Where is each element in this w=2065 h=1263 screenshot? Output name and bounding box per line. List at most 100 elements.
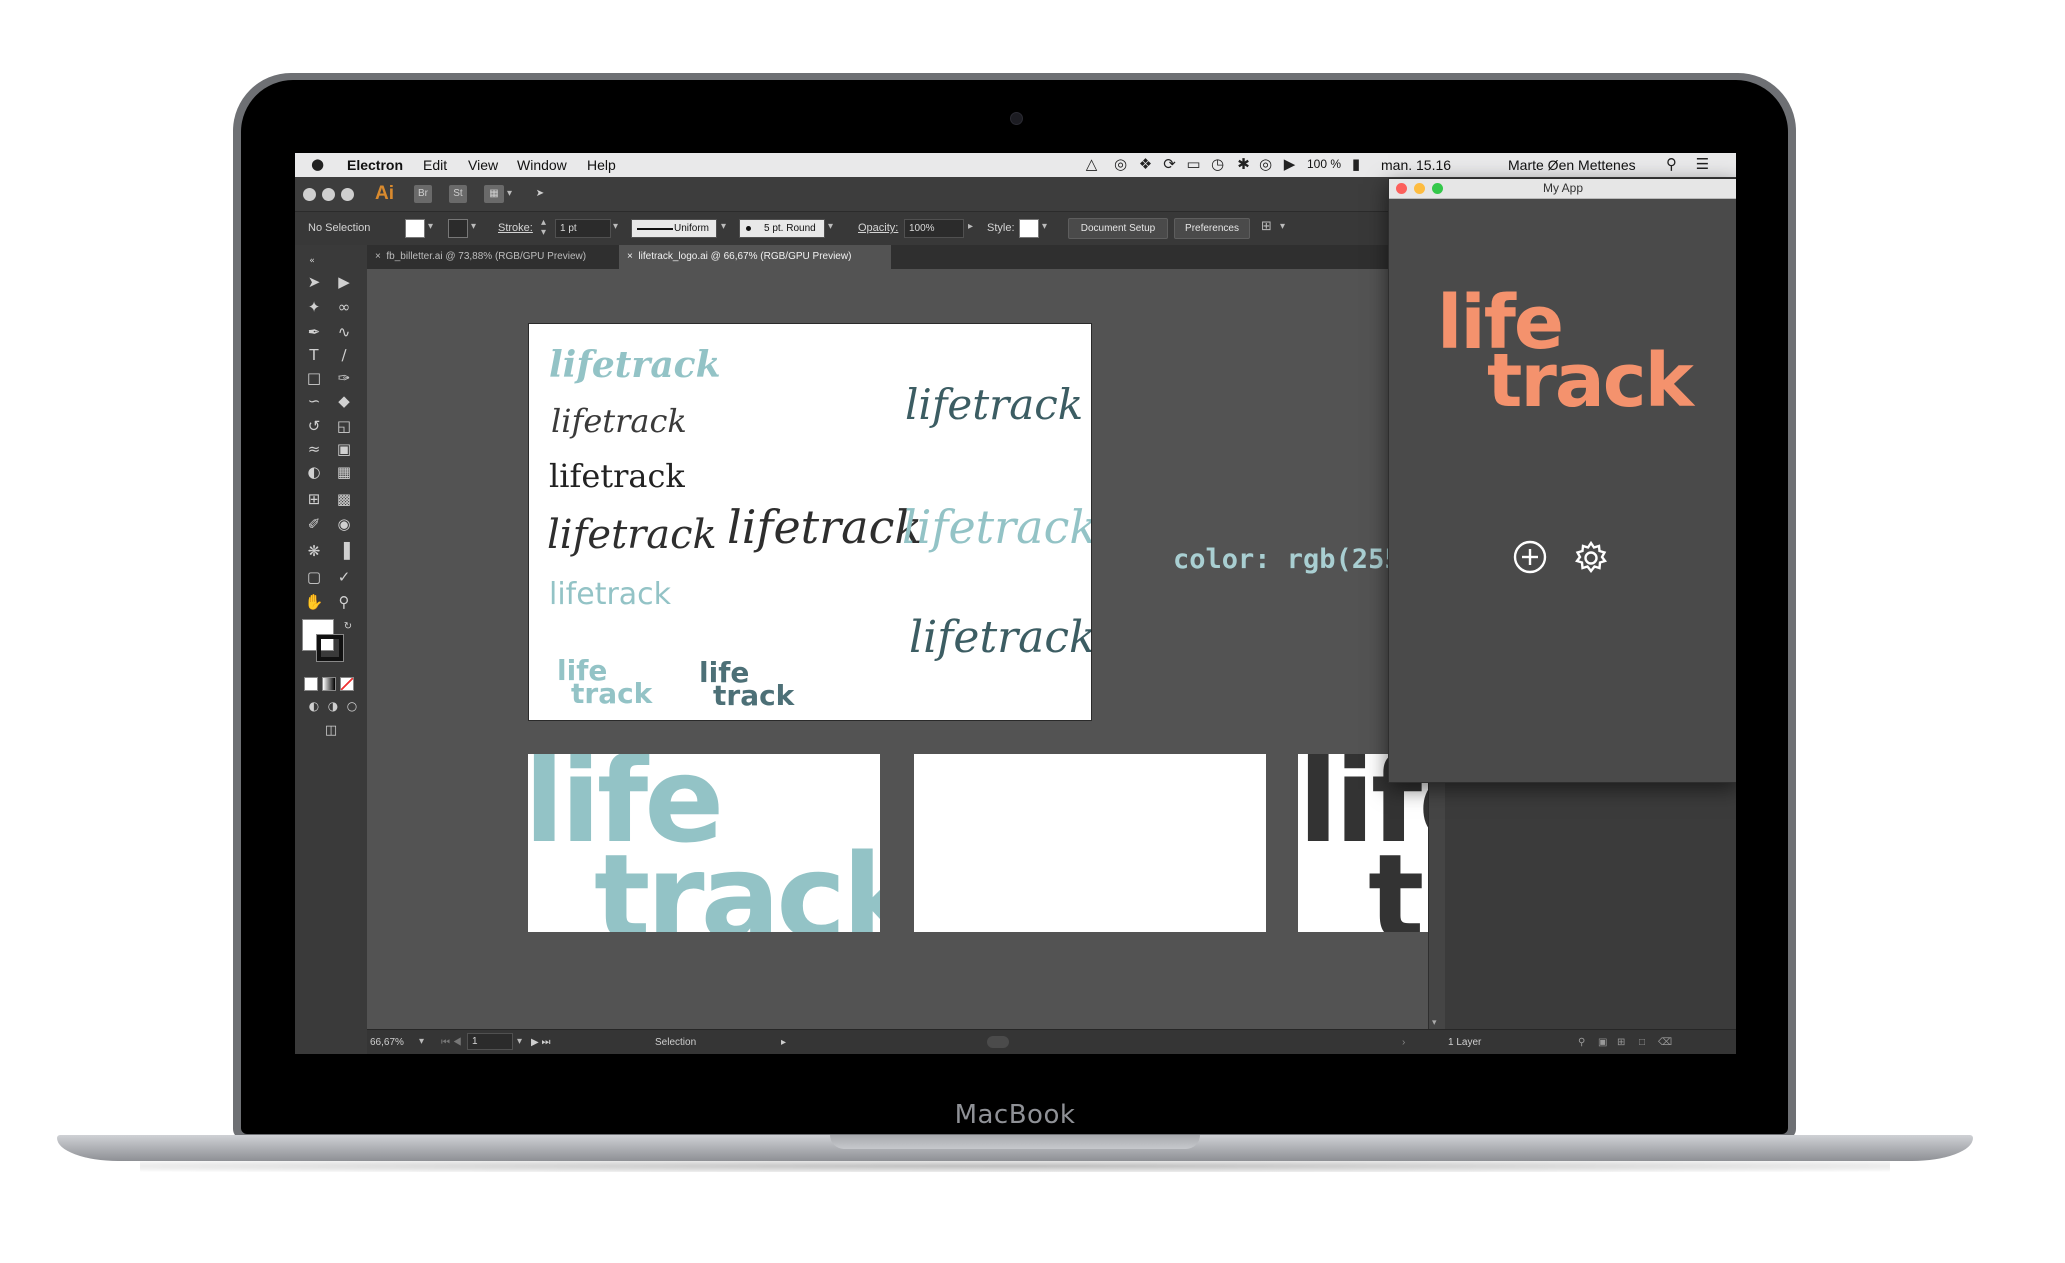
settings-gear-icon[interactable] [1573,540,1609,581]
add-icon[interactable] [1513,540,1547,579]
type-tool-icon[interactable]: T [303,345,325,365]
fill-chevron-icon[interactable]: ▾ [428,221,433,232]
artboard-blank[interactable] [914,754,1266,932]
drive-icon[interactable]: △ [1083,156,1100,173]
notification-center-icon[interactable]: ☰ [1694,156,1711,173]
logo-variant[interactable]: lifetrack [547,512,717,558]
new-sublayer-icon[interactable]: ⊞ [1617,1037,1625,1048]
zoom-level[interactable]: 66,67% [370,1037,404,1048]
next-artboard-icon[interactable]: ▶ ⏭ [531,1037,550,1048]
menubar-user[interactable]: Marte Øen Mettenes [1508,157,1636,173]
horizontal-scroll-thumb[interactable] [987,1036,1009,1048]
apple-icon[interactable]: ● [309,156,326,173]
perspective-grid-tool-icon[interactable]: ▦ [333,462,355,482]
close-tab-icon[interactable]: × [627,251,638,262]
draw-inside-icon[interactable]: ○ [341,696,363,716]
stroke-weight-chevron-icon[interactable]: ▾ [613,221,618,232]
gradient-mode-icon[interactable] [322,677,336,691]
arrange-documents-icon[interactable]: ▦ [484,185,504,203]
sync-icon[interactable]: ⟳ [1161,156,1178,173]
align-options-icon[interactable]: ⊞ [1261,219,1272,234]
selection-tool-icon[interactable]: ➤ [303,272,325,292]
align-chevron-icon[interactable]: ▾ [1280,221,1285,232]
battery-icon[interactable]: ▮ [1345,156,1367,173]
none-mode-icon[interactable] [340,677,354,691]
spotlight-search-icon[interactable]: ⚲ [1663,156,1680,173]
shaper-tool-icon[interactable]: ∽ [303,391,325,411]
eyedropper-tool-icon[interactable]: ✐ [303,514,325,534]
logo-stack-teal[interactable]: life track [557,657,652,708]
swap-colors-icon[interactable]: ↻ [337,617,359,637]
fill-swatch[interactable] [405,219,425,238]
rectangle-tool-icon[interactable]: □ [303,368,325,388]
logo-stack-dark[interactable]: life track [699,659,794,710]
gpu-performance-icon[interactable]: ➤ [531,185,549,203]
window-minimize-button[interactable] [322,188,335,201]
stock-button[interactable]: St [449,185,467,203]
logo-variant[interactable]: lifetrack [549,344,721,386]
menu-view[interactable]: View [468,157,498,173]
menubar-clock[interactable]: man. 15.16 [1381,157,1451,173]
zoom-tool-icon[interactable]: ⚲ [333,592,355,612]
scroll-right-icon[interactable]: › [1402,1037,1405,1048]
stroke-label[interactable]: Stroke: [498,222,533,234]
creative-cloud-icon[interactable]: ◎ [1112,156,1129,173]
volume-icon[interactable]: ▶ [1281,156,1298,173]
eraser-tool-icon[interactable]: ◆ [333,391,355,411]
paintbrush-tool-icon[interactable]: ✑ [333,368,355,388]
symbol-sprayer-tool-icon[interactable]: ❋ [303,541,325,561]
logo-variant[interactable]: lifetrack [909,612,1091,663]
gradient-tool-icon[interactable]: ▩ [333,489,355,509]
column-graph-tool-icon[interactable]: ▐ [333,541,355,561]
window-zoom-button[interactable] [341,188,354,201]
menu-help[interactable]: Help [587,157,616,173]
curvature-tool-icon[interactable]: ∿ [333,322,355,342]
status-menu-arrow-icon[interactable]: ▸ [781,1037,786,1048]
logo-variant[interactable]: lifetrack [549,577,671,612]
close-tab-icon[interactable]: × [375,251,386,262]
style-swatch[interactable] [1019,219,1039,238]
artboard-tool-icon[interactable]: ▢ [303,567,325,587]
style-chevron-icon[interactable]: ▾ [1042,221,1047,232]
chevron-down-icon[interactable]: ▾ [507,188,512,199]
profile-chevron-icon[interactable]: ▾ [721,221,726,232]
stroke-weight-field[interactable]: 1 pt [555,219,611,238]
preferences-button[interactable]: Preferences [1174,218,1250,239]
opacity-field[interactable]: 100% [904,219,964,238]
artboard-big-logo-teal[interactable]: lifetrack [528,754,880,932]
logo-variant[interactable]: lifetrack [549,457,685,495]
artboard-chevron-icon[interactable]: ▾ [517,1036,522,1047]
magic-wand-tool-icon[interactable]: ✦ [303,297,325,317]
rotate-tool-icon[interactable]: ↺ [303,416,325,436]
locate-object-icon[interactable]: ⚲ [1578,1037,1585,1048]
logo-variant[interactable]: lifetrack [902,500,1091,554]
menu-edit[interactable]: Edit [423,157,447,173]
clipping-mask-icon[interactable]: ▣ [1598,1037,1607,1048]
stroke-stepper-icon[interactable]: ▴ ▾ [541,218,546,238]
free-transform-tool-icon[interactable]: ▣ [333,439,355,459]
zoom-chevron-icon[interactable]: ▾ [419,1036,424,1047]
warp-tool-icon[interactable]: ≈ [303,439,325,459]
logo-variant[interactable]: lifetrack [551,402,687,440]
scroll-down-icon[interactable]: ▾ [1432,1017,1437,1028]
opacity-arrow-icon[interactable]: ▸ [968,221,973,232]
logo-variant[interactable]: lifetrack [905,380,1083,429]
lasso-tool-icon[interactable]: ∞ [333,297,355,317]
screen-mode-icon[interactable]: ◫ [320,721,342,741]
electron-titlebar[interactable]: My App [1389,179,1736,199]
artboard-number-field[interactable]: 1 [467,1033,513,1050]
scale-tool-icon[interactable]: ◱ [333,416,355,436]
tab-fb-billetter[interactable]: × fb_billetter.ai @ 73,88% (RGB/GPU Prev… [367,245,617,269]
pen-tool-icon[interactable]: ✒ [303,322,325,342]
stroke-color-swatch[interactable] [316,634,344,662]
blend-tool-icon[interactable]: ◉ [333,514,355,534]
tab-lifetrack-logo[interactable]: × lifetrack_logo.ai @ 66,67% (RGB/GPU Pr… [619,245,891,269]
direct-selection-tool-icon[interactable]: ▶ [333,272,355,292]
color-mode-icon[interactable] [304,677,318,691]
shape-builder-tool-icon[interactable]: ◐ [303,462,325,482]
menu-app-name[interactable]: Electron [347,157,403,173]
line-tool-icon[interactable]: ∕ [333,345,355,365]
artboard-logo-variants[interactable]: lifetrack lifetrack lifetrack lifetrack … [528,323,1092,721]
stroke-chevron-icon[interactable]: ▾ [471,221,476,232]
slice-tool-icon[interactable]: ✓ [333,567,355,587]
